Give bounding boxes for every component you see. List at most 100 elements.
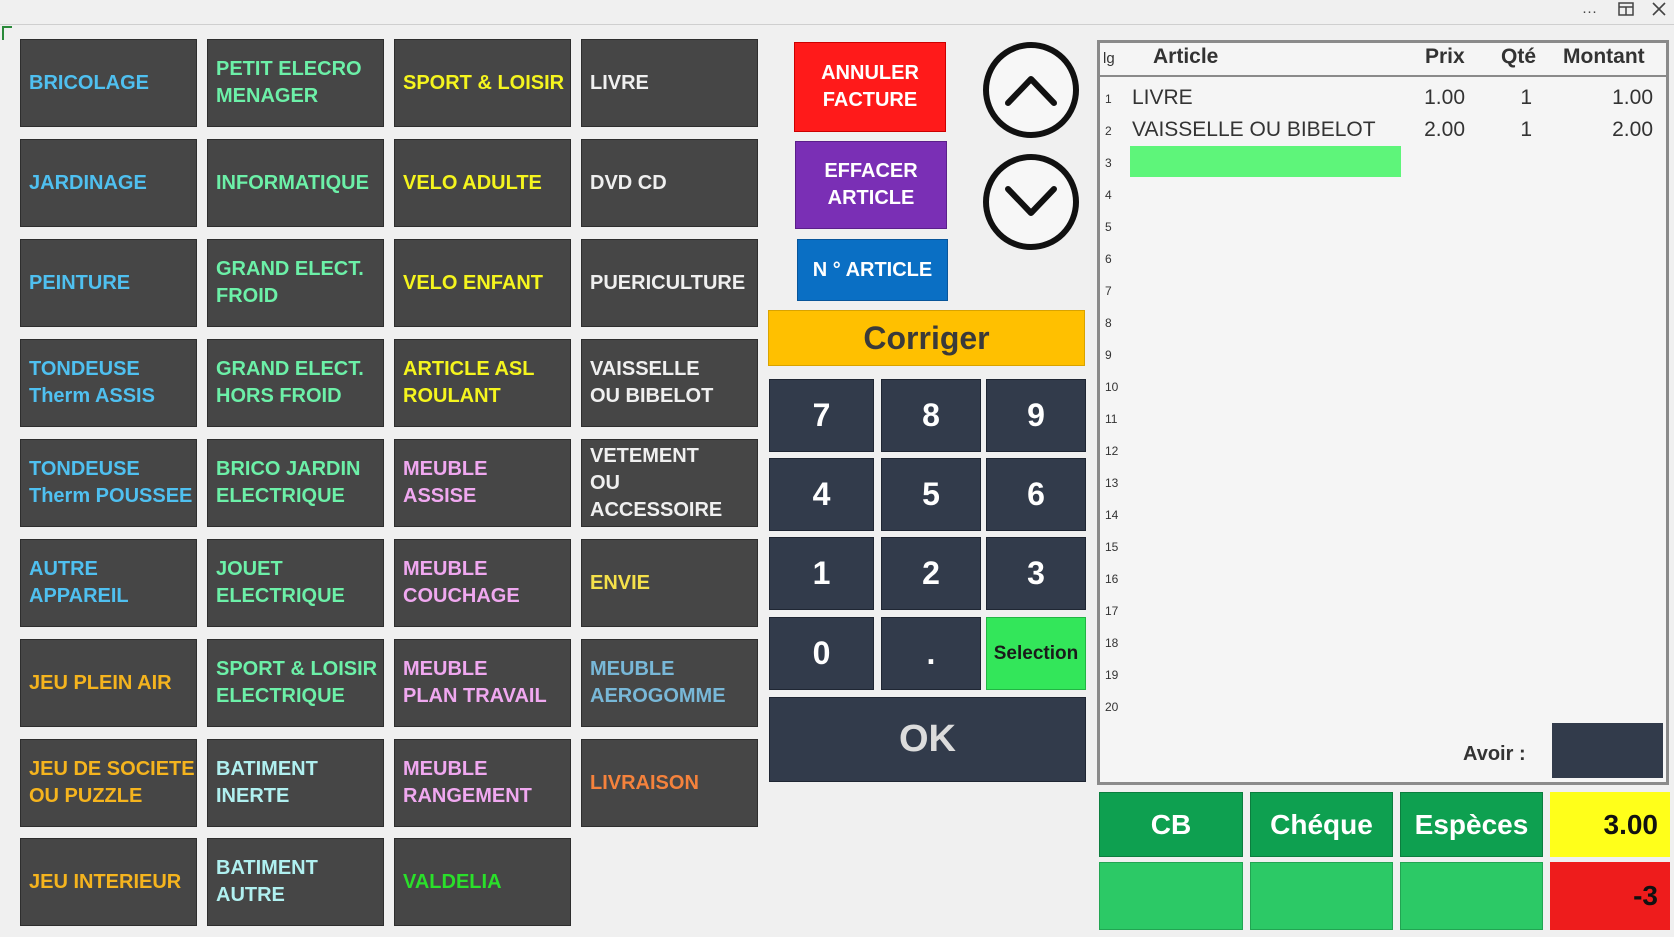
line-number: 9 — [1105, 348, 1112, 362]
keypad-key[interactable]: 4 — [769, 458, 874, 531]
keypad-key[interactable]: 5 — [881, 458, 981, 531]
n-article-button[interactable]: N ° ARTICLE — [797, 239, 948, 301]
line-number: 12 — [1105, 444, 1119, 458]
cell-qte: 1 — [1520, 118, 1532, 141]
category-button[interactable]: MEUBLE AEROGOMME — [581, 639, 758, 727]
cell-article: LIVRE — [1132, 86, 1193, 109]
category-button[interactable]: ENVIE — [581, 539, 758, 627]
category-button[interactable]: MEUBLE PLAN TRAVAIL — [394, 639, 571, 727]
especes-button[interactable]: Espèces — [1400, 792, 1543, 857]
cell-prix: 2.00 — [1424, 118, 1465, 141]
category-button[interactable]: BATIMENT INERTE — [207, 739, 384, 827]
balance-amount: -3 — [1550, 862, 1670, 930]
line-number: 7 — [1105, 284, 1112, 298]
col-article-header: Article — [1153, 45, 1219, 68]
effacer-article-button[interactable]: EFFACER ARTICLE — [795, 141, 947, 229]
category-button[interactable]: PETIT ELECRO MENAGER — [207, 39, 384, 127]
category-button[interactable]: JEU INTERIEUR — [20, 838, 197, 926]
category-button[interactable]: MEUBLE RANGEMENT — [394, 739, 571, 827]
col-montant-header: Montant — [1563, 45, 1645, 68]
category-button[interactable]: VELO ADULTE — [394, 139, 571, 227]
category-button[interactable]: JOUET ELECTRIQUE — [207, 539, 384, 627]
avoir-label: Avoir : — [1463, 743, 1526, 765]
line-number: 13 — [1105, 476, 1119, 490]
cell-montant: 2.00 — [1612, 118, 1653, 141]
line-number: 17 — [1105, 604, 1119, 618]
corriger-button[interactable]: Corriger — [768, 310, 1085, 366]
invoice-row[interactable]: VAISSELLE OU BIBELOT 2.00 1 2.00 — [1100, 118, 1666, 148]
keypad-key[interactable]: 9 — [986, 379, 1086, 452]
selection-corner-mark — [2, 26, 12, 40]
cheque-amount-field[interactable] — [1250, 862, 1393, 930]
category-button[interactable]: LIVRAISON — [581, 739, 758, 827]
line-number: 16 — [1105, 572, 1119, 586]
category-button[interactable]: ARTICLE ASL ROULANT — [394, 339, 571, 427]
category-button[interactable]: MEUBLE ASSISE — [394, 439, 571, 527]
line-number: 5 — [1105, 220, 1112, 234]
category-button[interactable]: PEINTURE — [20, 239, 197, 327]
especes-amount-field[interactable] — [1400, 862, 1543, 930]
avoir-field[interactable] — [1552, 723, 1663, 778]
active-line-input[interactable] — [1130, 146, 1401, 177]
col-qte-header: Qté — [1501, 45, 1537, 68]
total-amount: 3.00 — [1550, 792, 1670, 857]
selection-button[interactable]: Selection — [986, 617, 1086, 690]
line-number: 20 — [1105, 700, 1119, 714]
line-number: 4 — [1105, 188, 1112, 202]
chevron-down-icon — [1005, 186, 1057, 216]
cell-article: VAISSELLE OU BIBELOT — [1132, 118, 1376, 141]
category-button[interactable]: PUERICULTURE — [581, 239, 758, 327]
category-button[interactable]: JARDINAGE — [20, 139, 197, 227]
scroll-up-button[interactable] — [983, 42, 1079, 138]
cell-prix: 1.00 — [1424, 86, 1465, 109]
cb-button[interactable]: CB — [1099, 792, 1243, 857]
restore-icon[interactable] — [1618, 2, 1634, 22]
category-button[interactable]: SPORT & LOISIR — [394, 39, 571, 127]
category-button[interactable]: BATIMENT AUTRE — [207, 838, 384, 926]
invoice-row[interactable]: LIVRE 1.00 1 1.00 — [1100, 86, 1666, 116]
category-button[interactable]: JEU PLEIN AIR — [20, 639, 197, 727]
category-button[interactable]: VALDELIA — [394, 838, 571, 926]
category-button[interactable]: JEU DE SOCIETE OU PUZZLE — [20, 739, 197, 827]
category-button[interactable]: AUTRE APPAREIL — [20, 539, 197, 627]
keypad-key[interactable]: 6 — [986, 458, 1086, 531]
keypad-key[interactable]: 2 — [881, 537, 981, 610]
category-button[interactable]: TONDEUSE Therm POUSSEE — [20, 439, 197, 527]
close-icon[interactable] — [1652, 2, 1666, 22]
line-number: 11 — [1105, 412, 1118, 426]
title-bar: ··· — [0, 0, 1674, 25]
col-lg-header: lg — [1103, 50, 1115, 67]
line-number: 15 — [1105, 540, 1119, 554]
category-button[interactable]: SPORT & LOISIR ELECTRIQUE — [207, 639, 384, 727]
category-button[interactable]: GRAND ELECT. HORS FROID — [207, 339, 384, 427]
line-number: 19 — [1105, 668, 1119, 682]
keypad-key[interactable]: 8 — [881, 379, 981, 452]
line-number: 3 — [1105, 156, 1112, 170]
keypad-key[interactable]: 0 — [769, 617, 874, 690]
cell-montant: 1.00 — [1612, 86, 1653, 109]
category-button[interactable]: BRICOLAGE — [20, 39, 197, 127]
category-button[interactable]: VELO ENFANT — [394, 239, 571, 327]
more-icon[interactable]: ··· — [1582, 2, 1597, 22]
category-button[interactable]: VETEMENT OU ACCESSOIRE — [581, 439, 758, 527]
category-button[interactable]: LIVRE — [581, 39, 758, 127]
annuler-facture-button[interactable]: ANNULER FACTURE — [794, 42, 946, 132]
keypad-key[interactable]: 3 — [986, 537, 1086, 610]
line-number: 18 — [1105, 636, 1119, 650]
ok-button[interactable]: OK — [769, 697, 1086, 782]
category-button[interactable]: BRICO JARDIN ELECTRIQUE — [207, 439, 384, 527]
scroll-down-button[interactable] — [983, 154, 1079, 250]
col-prix-header: Prix — [1425, 45, 1465, 68]
cb-amount-field[interactable] — [1099, 862, 1243, 930]
cheque-button[interactable]: Chéque — [1250, 792, 1393, 857]
keypad-key[interactable]: 1 — [769, 537, 874, 610]
category-button[interactable]: TONDEUSE Therm ASSIS — [20, 339, 197, 427]
keypad-key[interactable]: 7 — [769, 379, 874, 452]
category-button[interactable]: VAISSELLE OU BIBELOT — [581, 339, 758, 427]
invoice-grid: lg Article Prix Qté Montant 1 2 3 4 5 6 7 8 9 10 1… — [1097, 40, 1669, 785]
category-button[interactable]: DVD CD — [581, 139, 758, 227]
category-button[interactable]: INFORMATIQUE — [207, 139, 384, 227]
keypad-key[interactable]: . — [881, 617, 981, 690]
category-button[interactable]: GRAND ELECT. FROID — [207, 239, 384, 327]
category-button[interactable]: MEUBLE COUCHAGE — [394, 539, 571, 627]
